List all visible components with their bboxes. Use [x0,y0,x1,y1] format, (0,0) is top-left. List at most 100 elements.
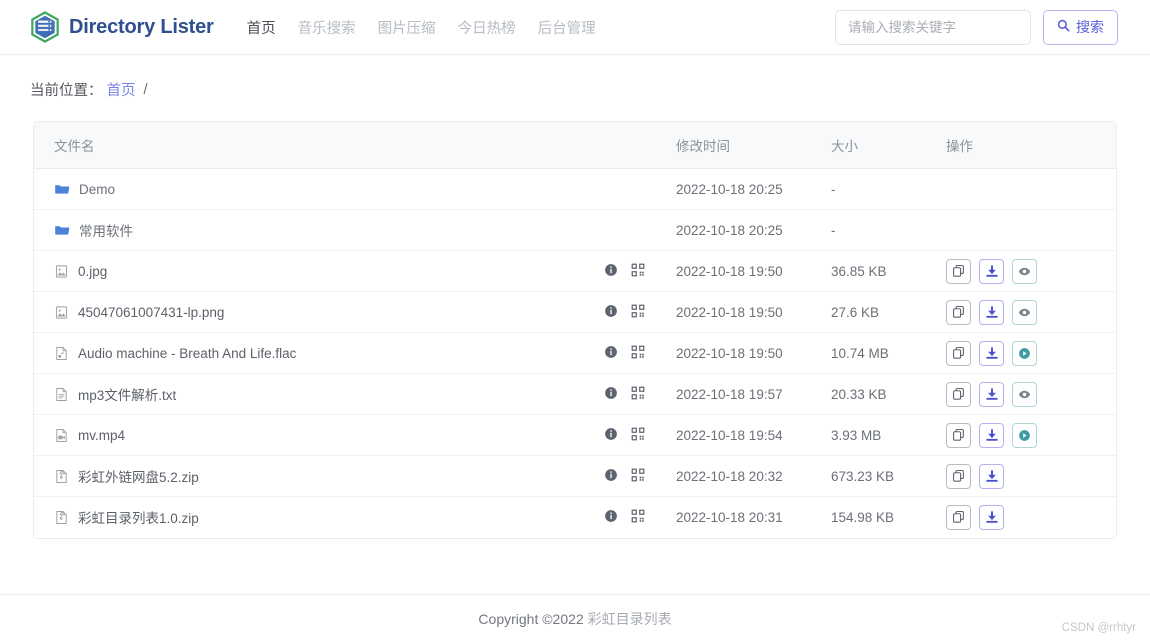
eye-button[interactable] [1012,300,1037,325]
breadcrumb-home-link[interactable]: 首页 [107,79,136,100]
download-icon [985,305,999,319]
download-button[interactable] [979,505,1004,530]
cell-actions [946,333,1116,374]
info-icon[interactable] [604,263,618,280]
table-row[interactable]: mv.mp42022-10-18 19:543.93 MB [34,415,1116,456]
download-button[interactable] [979,341,1004,366]
download-button[interactable] [979,300,1004,325]
main-nav: 首页 音乐搜索 图片压缩 今日热榜 后台管理 [247,17,596,38]
nav-item-home[interactable]: 首页 [247,17,276,38]
info-icon[interactable] [604,468,618,485]
download-icon [985,346,999,360]
copy-button[interactable] [946,464,971,489]
brand[interactable]: Directory Lister [30,11,214,43]
cell-file-name: mv.mp4 [34,415,604,456]
info-icon[interactable] [604,386,618,403]
file-list-card: 文件名 修改时间 大小 操作 Demo2022-10-18 20:25-常用软件… [33,121,1117,539]
copy-icon [952,264,966,278]
search-button[interactable]: 搜索 [1043,10,1118,45]
download-icon [985,387,999,401]
file-table-head: 文件名 修改时间 大小 操作 [34,122,1116,169]
nav-item-admin[interactable]: 后台管理 [538,17,596,38]
copy-button[interactable] [946,505,971,530]
file-name-link[interactable]: Demo [79,182,115,197]
nav-item-music[interactable]: 音乐搜索 [298,17,356,38]
breadcrumb: 当前位置： 首页 / [0,55,1150,100]
archive-file-icon [54,510,69,525]
qrcode-icon[interactable] [631,386,645,403]
file-name-link[interactable]: 45047061007431-lp.png [78,305,224,320]
copy-button[interactable] [946,382,971,407]
info-icon[interactable] [604,345,618,362]
copy-button[interactable] [946,300,971,325]
info-icon[interactable] [604,427,618,444]
cell-file-name: mp3文件解析.txt [34,374,604,415]
nav-item-image[interactable]: 图片压缩 [378,17,436,38]
download-icon [985,264,999,278]
file-name-link[interactable]: Audio machine - Breath And Life.flac [78,346,296,361]
download-button[interactable] [979,423,1004,448]
table-row[interactable]: 0.jpg2022-10-18 19:5036.85 KB [34,251,1116,292]
qrcode-icon[interactable] [631,427,645,444]
cell-meta-icons [604,497,676,538]
cell-modified-time: 2022-10-18 20:32 [676,456,831,497]
copy-icon [952,469,966,483]
qrcode-icon[interactable] [631,345,645,362]
table-row[interactable]: Audio machine - Breath And Life.flac2022… [34,333,1116,374]
table-row[interactable]: mp3文件解析.txt2022-10-18 19:5720.33 KB [34,374,1116,415]
qrcode-icon[interactable] [631,304,645,321]
file-name-link[interactable]: 彩虹目录列表1.0.zip [78,507,199,527]
breadcrumb-separator: / [144,82,148,98]
archive-file-icon [54,469,69,484]
site-name: 彩虹目录列表 [588,611,672,627]
cell-meta-icons [604,456,676,497]
play-button[interactable] [1012,423,1037,448]
copy-button[interactable] [946,259,971,284]
file-name-link[interactable]: 常用软件 [79,220,133,240]
file-name-link[interactable]: 彩虹外链网盘5.2.zip [78,466,199,486]
play-icon [1018,429,1031,442]
eye-button[interactable] [1012,259,1037,284]
cell-file-size: - [831,169,946,210]
table-row[interactable]: 常用软件2022-10-18 20:25- [34,210,1116,251]
file-name-link[interactable]: 0.jpg [78,264,107,279]
folder-icon [54,222,70,238]
file-table: 文件名 修改时间 大小 操作 Demo2022-10-18 20:25-常用软件… [34,122,1116,538]
column-header-name[interactable]: 文件名 [34,122,604,169]
cell-modified-time: 2022-10-18 20:25 [676,210,831,251]
directory-lister-page: Directory Lister 首页 音乐搜索 图片压缩 今日热榜 后台管理 … [0,0,1150,642]
cell-meta-icons [604,374,676,415]
file-name-link[interactable]: mp3文件解析.txt [78,384,176,404]
copy-button[interactable] [946,423,971,448]
table-row[interactable]: 彩虹目录列表1.0.zip2022-10-18 20:31154.98 KB [34,497,1116,538]
qrcode-icon[interactable] [631,509,645,526]
search-input[interactable] [835,10,1031,45]
table-row[interactable]: Demo2022-10-18 20:25- [34,169,1116,210]
cell-meta-icons [604,210,676,251]
download-button[interactable] [979,382,1004,407]
copy-button[interactable] [946,341,971,366]
cell-actions [946,292,1116,333]
nav-item-hot[interactable]: 今日热榜 [458,17,516,38]
info-icon[interactable] [604,509,618,526]
table-row[interactable]: 彩虹外链网盘5.2.zip2022-10-18 20:32673.23 KB [34,456,1116,497]
play-button[interactable] [1012,341,1037,366]
column-header-size[interactable]: 大小 [831,122,946,169]
search-icon [1057,19,1070,35]
site-footer: Copyright ©2022 彩虹目录列表 [0,594,1150,642]
download-button[interactable] [979,464,1004,489]
column-header-time[interactable]: 修改时间 [676,122,831,169]
eye-icon [1018,388,1031,401]
table-row[interactable]: 45047061007431-lp.png2022-10-18 19:5027.… [34,292,1116,333]
file-name-link[interactable]: mv.mp4 [78,428,125,443]
info-icon[interactable] [604,304,618,321]
text-file-icon [54,387,69,402]
search-button-label: 搜索 [1076,17,1104,37]
qrcode-icon[interactable] [631,263,645,280]
image-file-icon [54,305,69,320]
brand-name: Directory Lister [69,16,214,39]
download-button[interactable] [979,259,1004,284]
eye-button[interactable] [1012,382,1037,407]
cell-file-size: 20.33 KB [831,374,946,415]
qrcode-icon[interactable] [631,468,645,485]
